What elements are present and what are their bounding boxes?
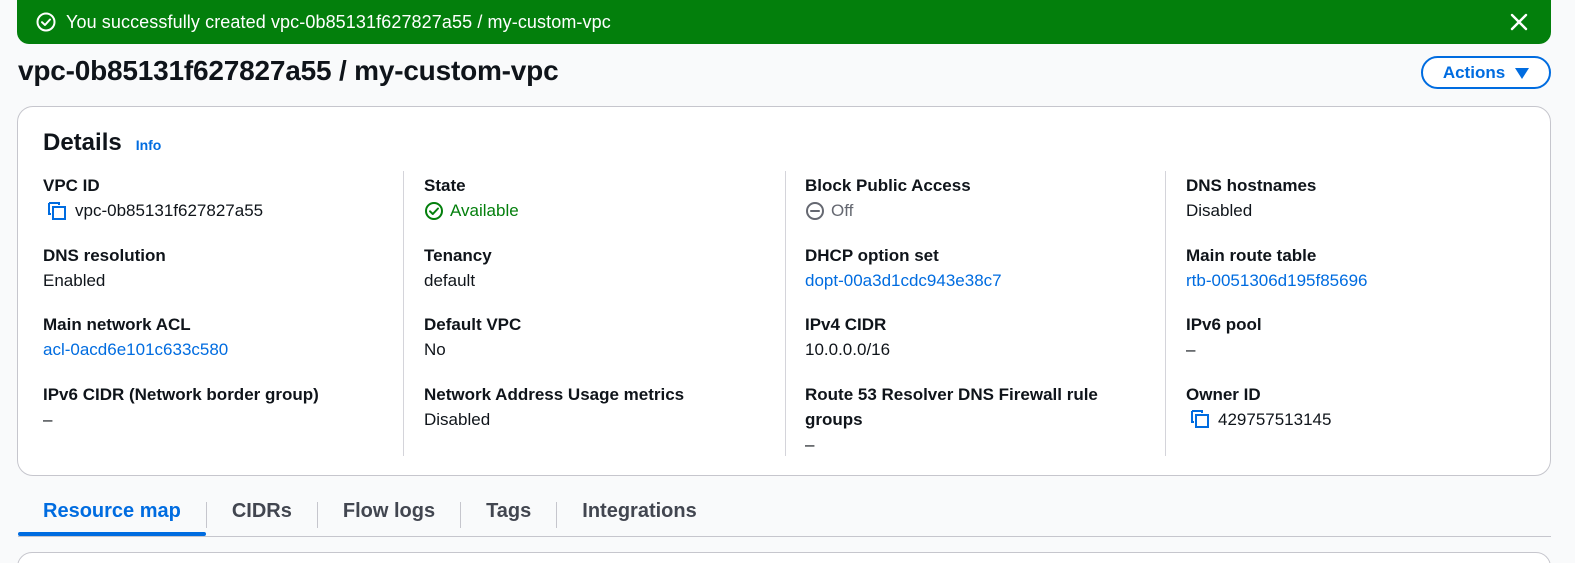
field-value: Enabled [43,270,106,290]
field-value: default [424,270,476,290]
field-ipv4-cidr: IPv4 CIDR 10.0.0.0/16 [805,312,1167,382]
field-label: IPv6 pool [1186,315,1262,334]
dhcp-option-set-link[interactable]: dopt-00a3d1cdc943e38c7 [805,268,1167,293]
field-label: Main route table [1186,245,1317,265]
field-label: IPv6 CIDR (Network border group) [43,384,319,404]
field-dns-hostnames: DNS hostnames Disabled [1186,173,1548,243]
field-label: Owner ID [1186,384,1261,404]
field-value: Disabled [424,409,491,429]
details-column-3: Block Public Access Off DHCP option set … [805,173,1167,454]
field-main-route-table: Main route table rtb-0051306d195f85696 [1186,243,1548,313]
copy-icon[interactable] [46,200,68,222]
tab-flow-logs[interactable]: Flow logs [318,496,460,536]
owner-id-value: 429757513145 [1218,409,1332,429]
tab-resource-map[interactable]: Resource map [18,496,206,536]
state-value: Available [450,201,519,220]
field-value: – [805,434,815,454]
field-value-row: Off [805,198,1167,223]
field-dns-resolution: DNS resolution Enabled [43,243,405,313]
field-value: – [43,409,53,429]
field-default-vpc: Default VPC No [424,312,786,382]
details-column-1: VPC ID vpc-0b85131f627827a55 DNS resolut… [43,173,405,451]
vpc-id-value: vpc-0b85131f627827a55 [75,201,264,220]
field-network-address-usage: Network Address Usage metrics Disabled [424,382,786,452]
field-label: State [424,176,466,195]
copy-icon[interactable] [1189,408,1211,430]
field-label: DHCP option set [805,245,939,265]
actions-button[interactable]: Actions [1421,56,1551,89]
field-value: 10.0.0.0/16 [805,340,891,359]
tab-tags[interactable]: Tags [461,496,556,536]
field-vpc-id: VPC ID vpc-0b85131f627827a55 [43,173,405,243]
field-dns-firewall-rule-groups: Route 53 Resolver DNS Firewall rule grou… [805,382,1167,454]
field-tenancy: Tenancy default [424,243,786,313]
field-label: DNS resolution [43,245,166,265]
close-icon[interactable] [1507,10,1531,34]
network-acl-link[interactable]: acl-0acd6e101c633c580 [43,337,405,362]
info-link[interactable]: Info [136,137,162,153]
field-value: – [1186,340,1196,359]
field-ipv6-cidr: IPv6 CIDR (Network border group) – [43,382,405,452]
details-column-4: DNS hostnames Disabled Main route table … [1186,173,1548,451]
field-label: Tenancy [424,245,492,265]
tab-cidrs[interactable]: CIDRs [207,496,317,536]
details-header: Details Info [43,129,161,157]
field-label: Route 53 Resolver DNS Firewall rule [805,384,1098,404]
field-block-public-access: Block Public Access Off [805,173,1167,243]
actions-button-label: Actions [1442,62,1506,82]
field-state: State Available [424,173,786,243]
field-value-row: vpc-0b85131f627827a55 [43,198,405,223]
field-value-row: Available [424,198,786,223]
details-column-2: State Available Tenancy default Default … [424,173,786,451]
field-value: No [424,340,446,359]
field-main-network-acl: Main network ACL acl-0acd6e101c633c580 [43,312,405,382]
field-label: Main network ACL [43,315,191,334]
field-label: Network Address Usage metrics [424,384,685,404]
page-title: vpc-0b85131f627827a55 / my-custom-vpc [18,55,559,86]
block-public-access-value: Off [831,201,854,220]
field-dhcp-option-set: DHCP option set dopt-00a3d1cdc943e38c7 [805,243,1167,313]
tabs-underline [18,536,1551,537]
vpc-details-page: You successfully created vpc-0b85131f627… [0,0,1575,563]
tab-content-panel [17,552,1551,563]
field-label: DNS hostnames [1186,176,1317,195]
details-panel: Details Info VPC ID vpc-0b85131f627827a5… [17,106,1551,476]
status-off-icon [805,201,825,221]
field-label: Block Public Access [805,176,971,195]
success-flash-banner: You successfully created vpc-0b85131f627… [17,0,1551,44]
tab-integrations[interactable]: Integrations [557,496,721,536]
field-owner-id: Owner ID 429757513145 [1186,382,1548,452]
field-label-continued: groups [805,409,863,429]
field-label: IPv4 CIDR [805,315,887,334]
field-label: Default VPC [424,315,522,334]
flash-message: You successfully created vpc-0b85131f627… [66,11,611,32]
status-available-icon [424,201,444,221]
route-table-link[interactable]: rtb-0051306d195f85696 [1186,268,1548,293]
check-circle-icon [35,11,57,33]
detail-tabs: Resource map CIDRs Flow logs Tags Integr… [18,496,722,538]
field-label: VPC ID [43,176,100,195]
details-title: Details [43,129,122,156]
field-ipv6-pool: IPv6 pool – [1186,312,1548,382]
field-value: Disabled [1186,201,1253,220]
caret-down-icon [1515,68,1530,79]
field-value-row: 429757513145 [1186,407,1548,432]
